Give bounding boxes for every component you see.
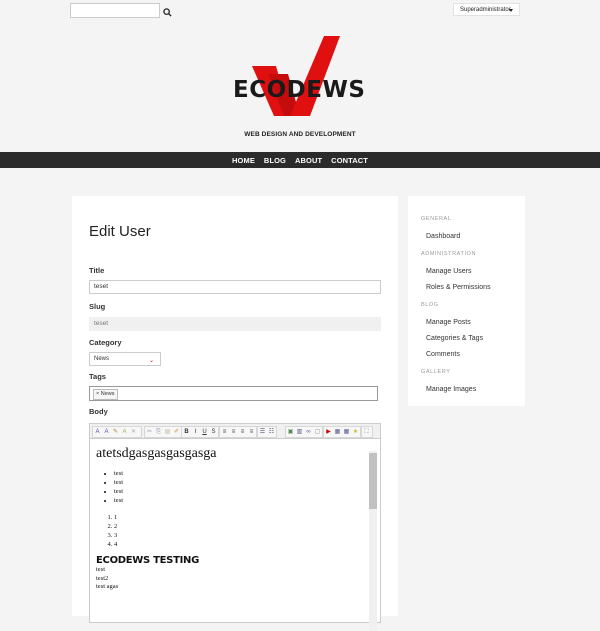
unordered-list-icon[interactable]: ☰ [258,427,267,437]
text-color-icon[interactable]: A [120,427,129,437]
toolbar-group-media: ▶ ▦ ▦ ★ [323,426,361,438]
align-right-icon[interactable]: ≡ [238,427,247,437]
grid-icon[interactable]: ▦ [342,427,351,437]
admin-sidebar: GENERAL Dashboard ADMINISTRATION Manage … [408,196,525,406]
sidebar-section-general: GENERAL [421,216,452,222]
editor-toolbar: A A ✎ A ✕ ✂ ⎘ ▤ ✐ B I U S ≡ ≡ ≡ ≡ ☰ ☷ ▣ … [90,424,380,439]
chevron-down-icon: ⌄ [148,358,154,364]
sidebar-item-manage-posts[interactable]: Manage Posts [426,319,471,326]
list-item: test [114,487,366,496]
category-select[interactable]: News ⌄ [89,352,161,366]
list-item: 2 [114,522,366,531]
cut-icon[interactable]: ✂ [145,427,154,437]
strike-icon[interactable]: S [209,427,218,437]
sidebar-section-gallery: GALLERY [421,369,451,375]
logo-text: ECODEWS [233,77,366,103]
video-icon[interactable]: ▶ [324,427,333,437]
tag-chip-news[interactable]: × News [93,389,118,400]
chart-icon[interactable]: ▥ [295,427,304,437]
code-icon[interactable]: ▢ [313,427,322,437]
sidebar-item-dashboard[interactable]: Dashboard [426,233,460,240]
search-icon [163,8,172,17]
nav-contact[interactable]: CONTACT [331,156,368,165]
scrollbar-thumb[interactable] [369,453,377,509]
tags-label: Tags [89,372,106,381]
sidebar-section-blog: BLOG [421,302,439,308]
nav-home[interactable]: HOME [232,156,255,165]
italic-icon[interactable]: I [191,427,200,437]
format-painter-icon[interactable]: ✐ [172,427,181,437]
align-justify-icon[interactable]: ≡ [247,427,256,437]
toolbar-group-fullscreen: ⛶ [361,426,373,438]
editor-subheading: ECODEWS TESTING [96,555,199,566]
clear-format-icon[interactable]: ✕ [129,427,138,437]
tags-input[interactable]: × News [89,386,378,401]
sidebar-item-manage-users[interactable]: Manage Users [426,268,472,275]
paste-icon[interactable]: ▤ [163,427,172,437]
editor-line: test agas [96,583,119,590]
editor-scrollbar[interactable] [369,451,377,631]
page-title: Edit User [89,223,151,240]
toolbar-group-style: B I U S [181,426,219,438]
list-item: 3 [114,531,366,540]
ordered-list-icon[interactable]: ☷ [267,427,276,437]
editor-content[interactable]: atetsdgasgasgasgasga test test test test… [96,446,366,592]
list-item: test [114,496,366,505]
copy-icon[interactable]: ⎘ [154,427,163,437]
font-icon[interactable]: A [93,427,102,437]
user-menu-dropdown[interactable]: Superadministrator [453,3,520,16]
bold-icon[interactable]: B [182,427,191,437]
search-button[interactable] [163,4,175,17]
nav-about[interactable]: ABOUT [295,156,322,165]
toolbar-group-font: A A ✎ A ✕ [92,426,142,438]
align-left-icon[interactable]: ≡ [220,427,229,437]
emoji-icon[interactable]: ★ [351,427,360,437]
highlight-icon[interactable]: ✎ [111,427,120,437]
edit-form-card: Edit User Title teset Slug teset Categor… [72,196,398,631]
rich-text-editor[interactable]: A A ✎ A ✕ ✂ ⎘ ▤ ✐ B I U S ≡ ≡ ≡ ≡ ☰ ☷ ▣ … [89,423,381,631]
editor-heading: atetsdgasgasgasgasga [96,446,217,461]
toolbar-group-list: ☰ ☷ [257,426,277,438]
editor-bullet-list: test test test test [96,469,366,505]
slug-label: Slug [89,302,106,311]
list-item: 1 [114,513,366,522]
image-icon[interactable]: ▣ [286,427,295,437]
main-navbar: HOME BLOG ABOUT CONTACT [0,152,600,168]
user-name: Superadministrator [460,7,511,13]
align-center-icon[interactable]: ≡ [229,427,238,437]
sidebar-item-roles-permissions[interactable]: Roles & Permissions [426,284,491,291]
title-field[interactable]: teset [89,280,381,294]
category-label: Category [89,338,122,347]
sidebar-item-categories-tags[interactable]: Categories & Tags [426,335,483,342]
category-selected-value: News [94,356,110,362]
toolbar-group-align: ≡ ≡ ≡ ≡ [219,426,257,438]
table-icon[interactable]: ▦ [333,427,342,437]
sidebar-item-manage-images[interactable]: Manage Images [426,386,476,393]
toolbar-group-clipboard: ✂ ⎘ ▤ ✐ [144,426,182,438]
link-icon[interactable]: ∞ [304,427,313,437]
toolbar-group-insert: ▣ ▥ ∞ ▢ [285,426,323,438]
font-size-icon[interactable]: A [102,427,111,437]
sidebar-section-administration: ADMINISTRATION [421,251,477,257]
sidebar-item-comments[interactable]: Comments [426,351,460,358]
editor-line: test [96,566,106,573]
list-item: 4 [114,540,366,549]
list-item: test [114,478,366,487]
editor-line: test2 [96,574,109,582]
caret-down-icon [509,9,513,12]
slug-field[interactable]: teset [89,317,381,331]
fullscreen-icon[interactable]: ⛶ [362,427,371,437]
title-label: Title [89,266,105,275]
search-input[interactable] [70,3,160,18]
editor-numbered-list: 1 2 3 4 [96,513,366,549]
list-item: test [114,469,366,478]
underline-icon[interactable]: U [200,427,209,437]
body-label: Body [89,407,108,416]
nav-blog[interactable]: BLOG [264,156,286,165]
tagline: WEB DESIGN AND DEVELOPMENT [244,131,356,138]
